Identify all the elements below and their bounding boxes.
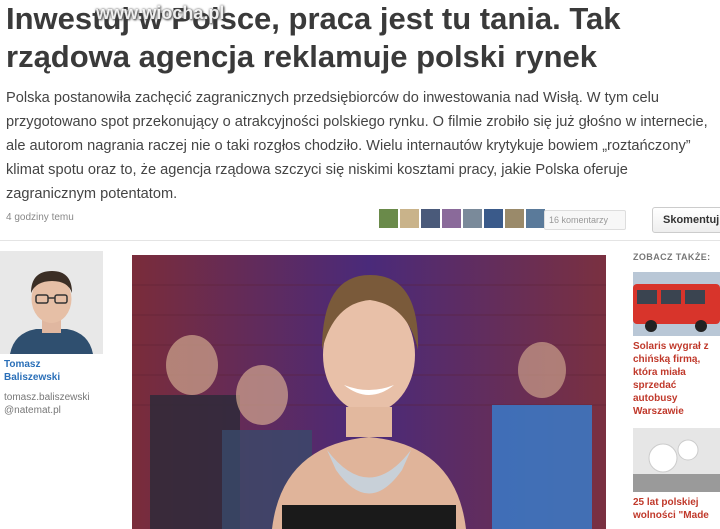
- commenter-avatar[interactable]: [463, 209, 482, 228]
- author-name-line-2[interactable]: Baliszewski: [4, 371, 110, 384]
- related-thumbnail-2[interactable]: [633, 428, 720, 492]
- author-avatar[interactable]: [0, 251, 103, 354]
- related-title-1[interactable]: Solaris wygrał z chińską firmą, która mi…: [633, 340, 720, 418]
- sidebar-heading: ZOBACZ TAKŻE:: [633, 252, 711, 262]
- commenter-avatar[interactable]: [442, 209, 461, 228]
- author-handle: tomasz.baliszewski @natemat.pl: [0, 391, 110, 417]
- commenter-avatar[interactable]: [526, 209, 545, 228]
- commenter-avatar[interactable]: [400, 209, 419, 228]
- author-handle-line-1: tomasz.baliszewski: [4, 392, 90, 403]
- commenter-avatars[interactable]: [379, 209, 545, 228]
- divider: [0, 240, 720, 241]
- author-handle-line-2: @natemat.pl: [4, 405, 61, 416]
- video-player[interactable]: [132, 255, 606, 529]
- commenter-avatar[interactable]: [379, 209, 398, 228]
- related-sidebar: ZOBACZ TAKŻE: Solaris wygrał z chińską f…: [633, 252, 720, 522]
- author-name-line-1[interactable]: Tomasz: [4, 358, 110, 371]
- article-meta-row: 4 godziny temu 16 komentarzy Skomentuj: [0, 204, 720, 234]
- commenter-avatar[interactable]: [421, 209, 440, 228]
- article-title-line-2: rządowa agencja reklamuje polski rynek: [6, 39, 597, 74]
- article-lead: Polska postanowiła zachęcić zagranicznyc…: [6, 90, 708, 202]
- author-box: Tomasz Baliszewski tomasz.baliszewski @n…: [0, 251, 110, 417]
- commenter-avatar[interactable]: [505, 209, 524, 228]
- comment-button[interactable]: Skomentuj: [652, 207, 720, 233]
- timestamp: 4 godziny temu: [6, 212, 74, 223]
- site-watermark: www.wiocha.pl: [96, 3, 225, 23]
- related-thumbnail-1[interactable]: [633, 272, 720, 336]
- related-title-2[interactable]: 25 lat polskiej wolności "Made: [633, 496, 720, 522]
- commenter-avatar[interactable]: [484, 209, 503, 228]
- author-name[interactable]: Tomasz Baliszewski: [0, 358, 110, 384]
- comment-count[interactable]: 16 komentarzy: [544, 210, 626, 230]
